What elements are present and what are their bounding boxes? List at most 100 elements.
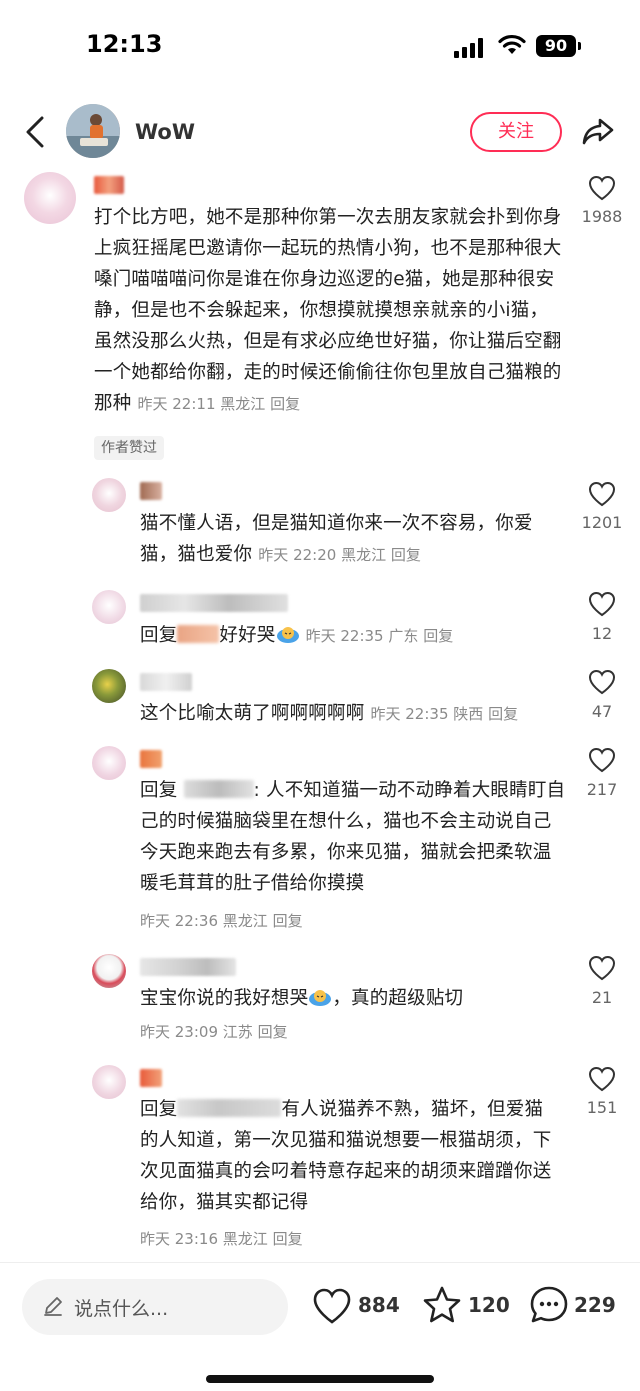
comment-body: 这个比喻太萌了啊啊啊啊啊 xyxy=(140,703,365,724)
reply-link[interactable]: 回复 xyxy=(258,1023,288,1041)
comment-location: 黑龙江 xyxy=(341,546,387,564)
reply-prefix: 回复 xyxy=(140,1099,178,1120)
comment-text[interactable]: 宝宝你说的我好想哭 ，真的超级贴切 xyxy=(140,983,560,1014)
comment-location: 黑龙江 xyxy=(222,1230,268,1248)
comment-input[interactable]: 说点什么... xyxy=(22,1279,288,1335)
battery-indicator: 90 xyxy=(536,35,576,57)
commenter-avatar[interactable] xyxy=(92,478,126,512)
avatar-image-icon xyxy=(66,104,120,158)
collect-total: 120 xyxy=(468,1293,510,1317)
like-count: 151 xyxy=(586,1098,618,1117)
commenter-avatar[interactable] xyxy=(92,590,126,624)
comment-meta: 昨天 23:16 黑龙江 回复 xyxy=(140,1228,303,1249)
comment-meta: 昨天 22:11 黑龙江 回复 xyxy=(138,395,301,413)
comment-meta: 昨天 22:35 陕西 回复 xyxy=(371,705,519,723)
mention-name[interactable] xyxy=(183,780,254,798)
comment-body: 好好哭 xyxy=(219,625,276,646)
comment-location: 陕西 xyxy=(453,705,484,723)
commenter-name[interactable] xyxy=(140,594,288,612)
commenter-avatar[interactable] xyxy=(24,172,76,224)
commenter-avatar[interactable] xyxy=(92,746,126,780)
comment-text[interactable]: 这个比喻太萌了啊啊啊啊啊 昨天 22:35 陕西 回复 xyxy=(140,698,560,730)
commenter-name[interactable] xyxy=(140,1069,162,1087)
heart-icon[interactable] xyxy=(588,1066,616,1092)
heart-icon[interactable] xyxy=(588,955,616,981)
reply-prefix: 回复 xyxy=(140,625,178,646)
comment-meta: 昨天 22:35 广东 回复 xyxy=(306,627,454,645)
author-name[interactable]: WoW xyxy=(135,120,195,144)
comment-text[interactable]: 回复 有人说猫养不熟，猫坏，但爱猫的人知道，第一次见猫和猫说想要一根猫胡须，下次见… xyxy=(140,1094,560,1218)
reply-link[interactable]: 回复 xyxy=(423,627,453,645)
comment-total: 229 xyxy=(574,1293,616,1317)
home-indicator[interactable] xyxy=(206,1375,434,1383)
comment-time: 昨天 22:35 xyxy=(305,627,384,645)
comment-location: 江苏 xyxy=(222,1023,253,1041)
status-bar: 12:13 90 xyxy=(0,0,640,96)
comment-time: 昨天 22:20 xyxy=(258,546,337,564)
like-count: 1201 xyxy=(581,513,623,532)
comment-time: 昨天 22:35 xyxy=(370,705,449,723)
commenter-name[interactable] xyxy=(140,482,162,500)
like-count: 12 xyxy=(591,624,613,643)
commenter-name[interactable] xyxy=(140,673,192,691)
commenter-avatar[interactable] xyxy=(92,954,126,988)
signal-icon xyxy=(454,38,483,58)
heart-icon[interactable] xyxy=(588,481,616,507)
heart-icon[interactable] xyxy=(588,669,616,695)
comment-text[interactable]: 回复 好好哭 昨天 22:35 广东 回复 xyxy=(140,620,560,652)
pencil-icon xyxy=(44,1297,62,1316)
heart-icon xyxy=(313,1288,351,1324)
like-count: 47 xyxy=(591,702,613,721)
heart-icon[interactable] xyxy=(588,747,616,773)
reply-link[interactable]: 回复 xyxy=(273,1230,303,1248)
comment-action[interactable]: 229 xyxy=(528,1285,628,1329)
like-count: 1988 xyxy=(581,207,623,226)
like-count: 217 xyxy=(586,780,618,799)
comment-meta: 昨天 22:36 黑龙江 回复 xyxy=(140,910,303,931)
reply-link[interactable]: 回复 xyxy=(391,546,421,564)
commenter-name[interactable] xyxy=(140,750,162,768)
reply-link[interactable]: 回复 xyxy=(488,705,518,723)
comment-meta: 昨天 22:20 黑龙江 回复 xyxy=(258,546,421,564)
commenter-name[interactable] xyxy=(94,176,124,194)
comment-meta: 昨天 23:09 江苏 回复 xyxy=(140,1021,288,1042)
mention-name[interactable] xyxy=(177,1099,282,1117)
commenter-avatar[interactable] xyxy=(92,669,126,703)
back-icon[interactable] xyxy=(20,114,52,150)
nav-bar: WoW 关注 xyxy=(0,96,640,170)
like-count: 21 xyxy=(591,988,613,1007)
comment-time: 昨天 22:36 xyxy=(140,912,218,930)
author-avatar[interactable] xyxy=(66,104,120,158)
like-action[interactable]: 884 xyxy=(312,1285,402,1329)
comment-bubble-icon xyxy=(530,1286,568,1323)
share-icon[interactable] xyxy=(580,114,616,148)
comment-text[interactable]: 回复 : 人不知道猫一动不动睁着大眼睛盯自己的时候猫脑袋里在想什么，猫也不会主动… xyxy=(140,775,566,899)
heart-icon[interactable] xyxy=(588,175,616,201)
comment-text[interactable]: 打个比方吧，她不是那种你第一次去朋友家就会扑到你身上疯狂摇尾巴邀请你一起玩的热情… xyxy=(94,202,566,420)
mention-name[interactable] xyxy=(177,625,220,643)
comment-time: 昨天 23:09 xyxy=(140,1023,218,1041)
status-time: 12:13 xyxy=(86,30,163,58)
reply-link[interactable]: 回复 xyxy=(273,912,303,930)
comment-location: 黑龙江 xyxy=(220,395,266,413)
collect-action[interactable]: 120 xyxy=(422,1285,512,1329)
reply-prefix: 回复 xyxy=(140,780,178,801)
star-icon xyxy=(423,1286,461,1323)
crying-emoji-icon xyxy=(276,627,299,643)
comment-body: 打个比方吧，她不是那种你第一次去朋友家就会扑到你身上疯狂摇尾巴邀请你一起玩的热情… xyxy=(94,207,562,414)
like-total: 884 xyxy=(358,1293,400,1317)
comment-text[interactable]: 猫不懂人语，但是猫知道你来一次不容易，你爱猫，猫也爱你 昨天 22:20 黑龙江… xyxy=(140,508,560,571)
input-placeholder: 说点什么... xyxy=(74,1298,169,1320)
reply-link[interactable]: 回复 xyxy=(270,395,300,413)
comment-time: 昨天 22:11 xyxy=(137,395,216,413)
battery-tip xyxy=(578,42,581,50)
commenter-avatar[interactable] xyxy=(92,1065,126,1099)
author-liked-tag: 作者赞过 xyxy=(94,436,164,460)
commenter-name[interactable] xyxy=(140,958,236,976)
comment-time: 昨天 23:16 xyxy=(140,1230,218,1248)
follow-button[interactable]: 关注 xyxy=(470,112,562,152)
comment-location: 广东 xyxy=(388,627,419,645)
comment-body: 宝宝你说的我好想哭 xyxy=(140,988,309,1009)
comment-location: 黑龙江 xyxy=(222,912,268,930)
heart-icon[interactable] xyxy=(588,591,616,617)
